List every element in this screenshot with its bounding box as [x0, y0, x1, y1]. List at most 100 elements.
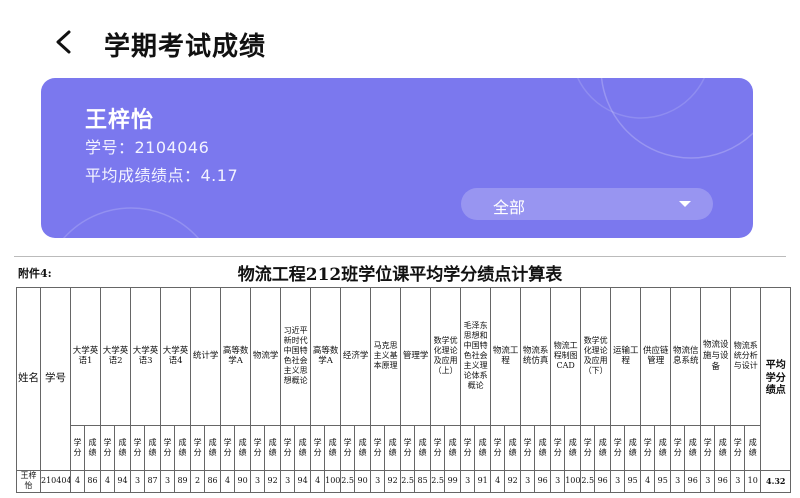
course-header: 习近平新时代中国特色社会主义思想概论	[280, 287, 312, 426]
score-cell: 100	[324, 469, 342, 494]
score-cell: 10	[744, 469, 762, 494]
credit-subheader: 学分	[550, 424, 566, 471]
score-cell: 90	[354, 469, 372, 494]
score-cell: 96	[534, 469, 552, 494]
credit-cell: 4	[310, 469, 326, 494]
credit-subheader: 学分	[490, 424, 506, 471]
page-title: 学期考试成绩	[104, 32, 267, 62]
credit-cell: 2.5	[400, 469, 416, 494]
col-header-id: 学号	[40, 287, 71, 471]
score-cell: 85	[414, 469, 432, 494]
course-header: 大学英语2	[100, 287, 132, 426]
score-cell: 92	[264, 469, 282, 494]
course-header: 物流学	[250, 287, 282, 426]
credit-subheader: 学分	[580, 424, 596, 471]
score-cell: 96	[684, 469, 702, 494]
score-cell: 89	[174, 469, 192, 494]
score-cell: 90	[234, 469, 252, 494]
course-header: 管理学	[400, 287, 432, 426]
credit-subheader: 学分	[70, 424, 85, 471]
score-cell: 86	[83, 469, 102, 494]
credit-subheader: 学分	[670, 424, 686, 471]
score-subheader: 成绩	[204, 424, 222, 471]
credit-subheader: 学分	[220, 424, 236, 471]
credit-subheader: 学分	[160, 424, 176, 471]
course-header: 高等数学A	[220, 287, 252, 426]
semester-filter-dropdown[interactable]: 全部	[461, 188, 713, 220]
score-cell: 96	[714, 469, 732, 494]
course-header: 经济学	[340, 287, 372, 426]
credit-cell: 3	[460, 469, 476, 494]
score-subheader: 成绩	[354, 424, 372, 471]
grade-sheet-image: 物流工程212班学位课平均学分绩点计算表 附件4: 姓名 学号 大学英语1 大学英语2…	[14, 256, 792, 495]
score-subheader: 成绩	[534, 424, 552, 471]
credit-cell: 2	[190, 469, 206, 494]
credit-subheader: 学分	[280, 424, 296, 471]
credit-subheader: 学分	[370, 424, 386, 471]
caret-down-icon	[679, 201, 691, 207]
credit-cell: 4	[100, 469, 116, 494]
credit-cell: 3	[670, 469, 686, 494]
chevron-left-icon	[56, 30, 71, 54]
score-subheader: 成绩	[624, 424, 642, 471]
credit-cell: 3	[250, 469, 266, 494]
grade-table: 姓名 学号 大学英语1 大学英语2 大学英语3 大学英语4 统计学 高等数学A 物流学 习近平新时…	[16, 287, 792, 494]
course-header: 物流信息系统	[670, 287, 702, 426]
credit-cell: 3	[520, 469, 536, 494]
score-cell: 92	[384, 469, 402, 494]
course-header: 数学优化理论及应用（上）	[430, 287, 462, 426]
credit-subheader: 学分	[610, 424, 626, 471]
back-button[interactable]	[44, 22, 84, 62]
course-header: 统计学	[190, 287, 222, 426]
credit-subheader: 学分	[730, 424, 746, 471]
course-header: 物流工程	[490, 287, 522, 426]
score-subheader: 成绩	[744, 424, 762, 471]
credit-cell: 3	[370, 469, 386, 494]
credit-subheader: 学分	[190, 424, 206, 471]
credit-cell: 3	[700, 469, 716, 494]
credit-cell: 4	[220, 469, 236, 494]
student-name: 王梓怡	[85, 108, 155, 133]
credit-cell: 2.5	[580, 469, 596, 494]
student-card: 王梓怡 学号：2104046 平均成绩绩点：4.17 全部	[41, 78, 753, 238]
course-header: 供应链管理	[640, 287, 672, 426]
course-header: 物流系统分析与设计	[730, 287, 762, 426]
credit-subheader: 学分	[340, 424, 356, 471]
score-cell: 94	[114, 469, 132, 494]
score-subheader: 成绩	[83, 424, 102, 471]
course-header: 高等数学A	[310, 287, 342, 426]
row-id: 2104046	[40, 469, 71, 494]
credit-subheader: 学分	[100, 424, 116, 471]
course-header: 物流工程制图CAD	[550, 287, 582, 426]
credit-cell: 3	[130, 469, 146, 494]
sheet-annex-label: 附件4:	[18, 267, 52, 280]
course-header: 大学英语1	[69, 287, 102, 426]
course-header: 物流设施与设备	[700, 287, 732, 426]
score-cell: 91	[474, 469, 492, 494]
col-header-name: 姓名	[16, 287, 41, 471]
score-subheader: 成绩	[444, 424, 462, 471]
credit-subheader: 学分	[430, 424, 446, 471]
score-cell: 86	[204, 469, 222, 494]
course-header: 大学英语4	[160, 287, 192, 426]
score-cell: 95	[654, 469, 672, 494]
score-subheader: 成绩	[414, 424, 432, 471]
student-gpa: 平均成绩绩点：4.17	[85, 166, 239, 185]
score-subheader: 成绩	[144, 424, 162, 471]
score-subheader: 成绩	[174, 424, 192, 471]
credit-cell: 4	[640, 469, 656, 494]
score-cell: 94	[294, 469, 312, 494]
credit-cell: 4	[70, 469, 85, 494]
credit-cell: 3	[160, 469, 176, 494]
credit-subheader: 学分	[310, 424, 326, 471]
credit-subheader: 学分	[400, 424, 416, 471]
score-subheader: 成绩	[264, 424, 282, 471]
top-bar: 学期考试成绩	[0, 0, 800, 80]
score-subheader: 成绩	[594, 424, 612, 471]
course-header: 运输工程	[610, 287, 642, 426]
score-cell: 95	[624, 469, 642, 494]
credit-subheader: 学分	[250, 424, 266, 471]
col-header-gpa: 平均学分绩点	[760, 287, 792, 471]
score-cell: 99	[444, 469, 462, 494]
credit-cell: 4	[490, 469, 506, 494]
